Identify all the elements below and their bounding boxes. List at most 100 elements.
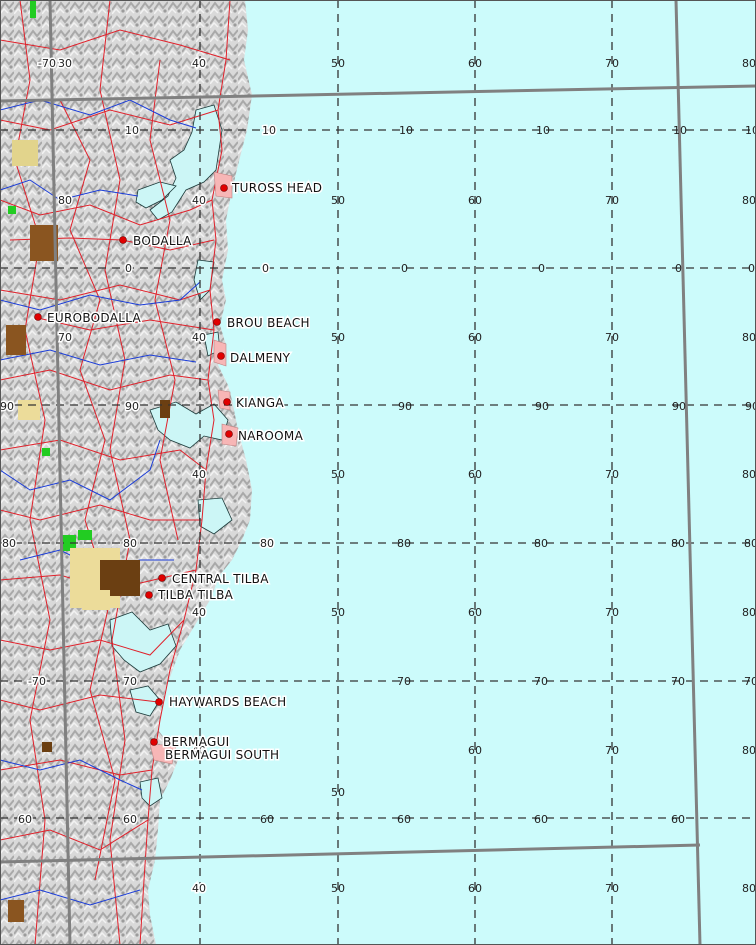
grid-label: 10 [745, 124, 756, 137]
grid-label: 80 [2, 537, 16, 550]
town-label[interactable]: BERMAGUI [162, 734, 231, 751]
grid-label: 70 [605, 882, 619, 895]
grid-label: -70 [38, 57, 56, 70]
town-label[interactable]: CENTRAL TILBA [171, 571, 271, 588]
grid-label: 90 [125, 400, 139, 413]
grid-label: 70 [605, 744, 619, 757]
town-label[interactable]: TILBA TILBA [156, 587, 235, 604]
grid-label: 50 [331, 331, 345, 344]
grid-label: 60 [18, 813, 32, 826]
town-marker[interactable] [155, 698, 163, 706]
grid-label: 60 [468, 468, 482, 481]
grid-label: 60 [534, 813, 548, 826]
grid-label: 60 [468, 331, 482, 344]
grid-label: 10 [536, 124, 550, 137]
map-canvas: -70 30 40 50 60 70 80 10 10 10 10 10 10 … [0, 0, 756, 945]
grid-label: 70 [605, 468, 619, 481]
grid-label: 40 [192, 57, 206, 70]
town-marker[interactable] [150, 738, 158, 746]
town-central-tilba[interactable]: CENTRAL TILBA [158, 571, 271, 588]
grid-label: 50 [331, 468, 345, 481]
town-label[interactable]: TUROSS HEAD [230, 180, 324, 197]
grid-label: 70 [744, 675, 756, 688]
grid-label: 50 [331, 194, 345, 207]
grid-label: 70 [605, 606, 619, 619]
grid-label: 60 [260, 813, 274, 826]
town-narooma[interactable]: NAROOMA [225, 428, 305, 445]
town-bermagui-south[interactable]: BERMAGUI SOUTH [164, 747, 281, 764]
grid-label: 60 [123, 813, 137, 826]
grid-label: 70 [605, 57, 619, 70]
grid-label: 80 [742, 57, 756, 70]
grid-label: 90 [535, 400, 549, 413]
town-marker[interactable] [225, 430, 233, 438]
grid-label: 80 [742, 194, 756, 207]
town-label[interactable]: KIANGA [235, 395, 286, 412]
grid-label: 40 [192, 606, 206, 619]
town-tuross-head[interactable]: TUROSS HEAD [220, 180, 324, 197]
town-brou-beach[interactable]: BROU BEACH [213, 315, 312, 332]
grid-label: 60 [468, 744, 482, 757]
grid-label: 0 [748, 262, 755, 275]
grid-label: 70 [605, 331, 619, 344]
grid-label: 70 [58, 331, 72, 344]
grid-label: 80 [744, 537, 756, 550]
grid-label: 30 [58, 57, 72, 70]
grid-label: 80 [742, 606, 756, 619]
grid-label: 80 [123, 537, 137, 550]
town-tilba-tilba[interactable]: TILBA TILBA [145, 587, 235, 604]
grid-label: 10 [399, 124, 413, 137]
grid-label: -70 [28, 675, 46, 688]
town-label[interactable]: EUROBODALLA [46, 310, 143, 327]
grid-label: 40 [192, 331, 206, 344]
town-marker[interactable] [34, 313, 42, 321]
grid-label: 40 [192, 882, 206, 895]
grid-label: 70 [534, 675, 548, 688]
grid-label: 80 [397, 537, 411, 550]
grid-label: 80 [260, 537, 274, 550]
topographic-map[interactable]: -70 30 40 50 60 70 80 10 10 10 10 10 10 … [0, 0, 756, 945]
grid-label: 0 [262, 262, 269, 275]
grid-label: 0 [538, 262, 545, 275]
grid-label: 50 [331, 882, 345, 895]
grid-label: 90 [0, 400, 14, 413]
grid-label: 50 [331, 57, 345, 70]
town-bermagui[interactable]: BERMAGUI [150, 734, 231, 751]
town-label[interactable]: BODALLA [132, 233, 194, 250]
grid-label: 60 [671, 813, 685, 826]
grid-label: 80 [671, 537, 685, 550]
town-haywards-beach[interactable]: HAYWARDS BEACH [155, 694, 288, 711]
grid-label: 10 [673, 124, 687, 137]
town-eurobodalla[interactable]: EUROBODALLA [34, 310, 143, 327]
grid-label: 60 [468, 882, 482, 895]
town-label[interactable]: BERMAGUI SOUTH [164, 747, 281, 764]
town-marker[interactable] [213, 318, 221, 326]
grid-label: 80 [534, 537, 548, 550]
grid-label: 70 [397, 675, 411, 688]
grid-label: 80 [58, 194, 72, 207]
town-label[interactable]: DALMENY [229, 350, 292, 367]
town-marker[interactable] [119, 236, 127, 244]
town-marker[interactable] [223, 398, 231, 406]
grid-label: 0 [401, 262, 408, 275]
grid-label: 40 [192, 468, 206, 481]
grid-label: 70 [605, 194, 619, 207]
grid-label: 0 [125, 262, 132, 275]
grid-label: 70 [671, 675, 685, 688]
grid-label: 80 [742, 468, 756, 481]
town-label[interactable]: HAYWARDS BEACH [168, 694, 288, 711]
grid-label: 10 [125, 124, 139, 137]
town-marker[interactable] [145, 591, 153, 599]
grid-label: 10 [262, 124, 276, 137]
town-marker[interactable] [220, 184, 228, 192]
grid-label: 80 [742, 331, 756, 344]
grid-label: 80 [742, 882, 756, 895]
town-marker[interactable] [217, 352, 225, 360]
town-label[interactable]: NAROOMA [237, 428, 305, 445]
town-marker[interactable] [158, 574, 166, 582]
grid-label: 90 [672, 400, 686, 413]
grid-label: 40 [192, 194, 206, 207]
town-label[interactable]: BROU BEACH [226, 315, 312, 332]
grid-label: 0 [675, 262, 682, 275]
grid-label: 60 [397, 813, 411, 826]
